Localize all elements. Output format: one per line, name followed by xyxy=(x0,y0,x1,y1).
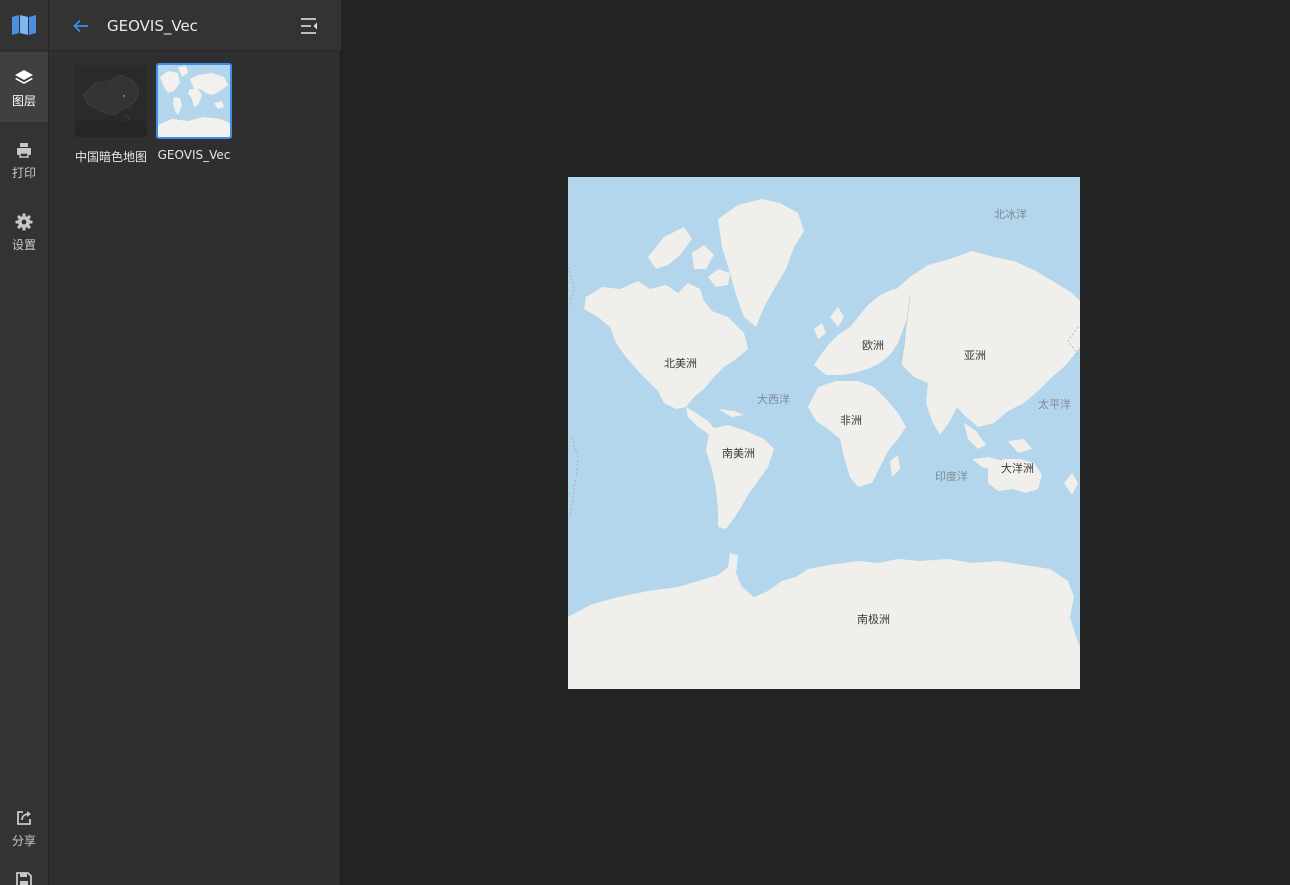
map-label-atlantic-ocean: 大西洋 xyxy=(757,393,790,406)
map-label-oceania: 大洋洲 xyxy=(1001,462,1034,475)
dark-map-thumbnail-icon xyxy=(75,65,147,137)
rail-item-share[interactable]: 分享 xyxy=(0,792,48,862)
rail-label-layers: 图层 xyxy=(11,94,36,108)
app-logo[interactable] xyxy=(0,0,48,51)
back-button[interactable] xyxy=(69,14,93,38)
rail-item-save[interactable] xyxy=(14,870,34,885)
rail-label-print: 打印 xyxy=(11,166,36,180)
world-map-thumbnail-icon xyxy=(158,65,230,137)
map-label-north-america: 北美洲 xyxy=(664,357,697,370)
rail-item-layers[interactable]: 图层 xyxy=(0,52,48,122)
panel-header: GEOVIS_Vec xyxy=(49,0,341,51)
collapse-menu-icon xyxy=(301,18,317,34)
map-label-europe: 欧洲 xyxy=(862,339,884,352)
world-map-graphic xyxy=(568,199,1080,689)
basemap-dark-china[interactable]: 中国暗色地图 xyxy=(72,63,150,165)
layer-panel: GEOVIS_Vec 中国暗色地图 GEOVIS_Vec xyxy=(49,0,341,885)
map-label-antarctica: 南极洲 xyxy=(857,613,890,626)
collapse-panel-button[interactable] xyxy=(297,14,321,38)
basemap-thumbnail xyxy=(156,63,232,139)
map-label-asia: 亚洲 xyxy=(964,349,986,362)
rail-label-settings: 设置 xyxy=(11,238,36,252)
map-label-pacific-ocean: 太平洋 xyxy=(1038,398,1071,411)
share-icon xyxy=(17,811,31,825)
map-viewport[interactable]: 北美洲 欧洲 亚洲 非洲 南美洲 大洋洲 南极洲 北冰洋 大西洋 太平洋 印度洋 xyxy=(342,0,1290,885)
gear-icon xyxy=(15,213,33,231)
rail-label-share: 分享 xyxy=(11,834,36,848)
basemap-label: 中国暗色地图 xyxy=(74,150,147,164)
basemap-label: GEOVIS_Vec xyxy=(157,148,231,162)
map-label-arctic-ocean: 北冰洋 xyxy=(994,208,1027,221)
icon-rail: 图层 打印 设置 分享 xyxy=(0,0,49,885)
rail-item-settings[interactable]: 设置 xyxy=(0,196,48,266)
basemap-thumbnail xyxy=(73,63,149,139)
rail-item-print[interactable]: 打印 xyxy=(0,124,48,194)
layers-icon xyxy=(15,70,33,84)
arrow-left-icon xyxy=(73,19,88,33)
map-label-south-america: 南美洲 xyxy=(722,447,755,460)
map-logo-icon xyxy=(12,15,36,35)
printer-icon xyxy=(17,143,31,158)
world-map[interactable]: 北美洲 欧洲 亚洲 非洲 南美洲 大洋洲 南极洲 北冰洋 大西洋 太平洋 印度洋 xyxy=(568,177,1080,689)
map-label-indian-ocean: 印度洋 xyxy=(935,470,968,483)
basemap-geovis-vec[interactable]: GEOVIS_Vec xyxy=(155,63,233,162)
save-icon xyxy=(16,872,32,885)
panel-title: GEOVIS_Vec xyxy=(107,17,198,35)
map-label-africa: 非洲 xyxy=(840,414,862,427)
